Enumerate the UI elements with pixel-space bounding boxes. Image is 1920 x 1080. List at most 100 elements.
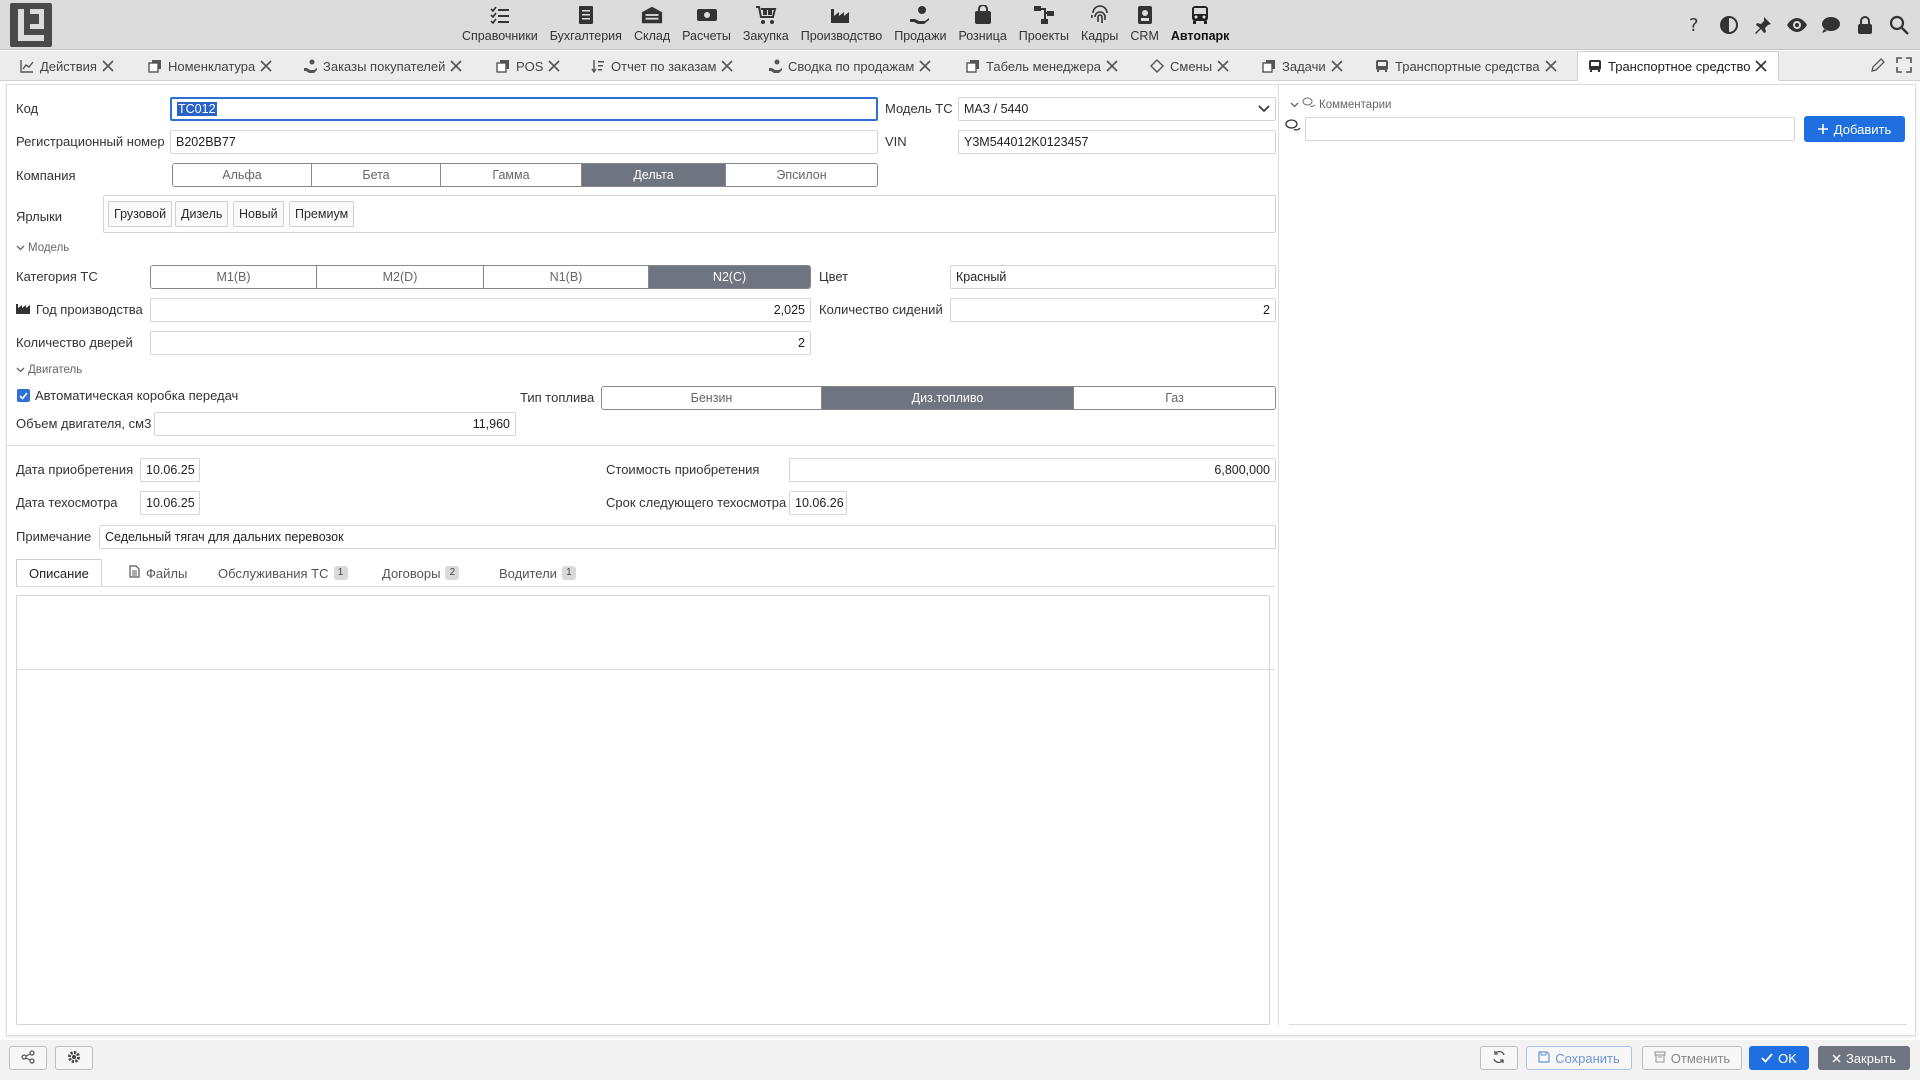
lock-icon[interactable] [1850, 12, 1880, 38]
fuel-option-diesel[interactable]: Диз.топливо [822, 387, 1074, 409]
model-select[interactable]: МАЗ / 5440 [958, 97, 1276, 121]
module-avtopark[interactable]: Автопарк [1165, 0, 1236, 50]
settings-button[interactable] [55, 1046, 93, 1070]
ok-button[interactable]: OK [1749, 1046, 1809, 1070]
company-option-epsilon[interactable]: Эпсилон [726, 164, 877, 186]
engine-volume-input[interactable]: 11,960 [154, 412, 516, 436]
contrast-icon[interactable] [1714, 12, 1744, 38]
close-icon[interactable] [101, 59, 115, 73]
chat-icon[interactable] [1816, 12, 1846, 38]
auto-gearbox-label[interactable]: Автоматическая коробка передач [35, 388, 238, 403]
doors-input[interactable]: 2 [150, 331, 811, 355]
category-option-n1b[interactable]: N1(B) [484, 266, 649, 288]
close-icon[interactable] [449, 59, 463, 73]
tag-chip[interactable]: Грузовой [108, 201, 173, 227]
tag-chip[interactable]: Новый [233, 201, 284, 227]
module-proekty[interactable]: Проекты [1013, 0, 1075, 50]
company-option-alfa[interactable]: Альфа [173, 164, 312, 186]
tab-smeny[interactable]: Смены [1150, 51, 1230, 81]
year-input[interactable]: 2,025 [150, 298, 811, 322]
purchase-date-label: Дата приобретения [16, 462, 134, 477]
tab-deystviya[interactable]: Действия [20, 51, 115, 81]
tab-transportnoe-sredstvo[interactable]: Транспортное средство [1577, 51, 1780, 81]
close-icon[interactable] [259, 59, 273, 73]
reg-number-input[interactable]: В202ВВ77 [170, 130, 878, 154]
module-prodazhi[interactable]: Продажи [888, 0, 952, 50]
tab-tabel-menedzhera[interactable]: Табель менеджера [966, 51, 1119, 81]
close-button[interactable]: Закрыть [1818, 1046, 1910, 1070]
inspection-date-input[interactable]: 10.06.25 [140, 491, 200, 515]
tab-pos[interactable]: POS [496, 51, 561, 81]
close-icon[interactable] [720, 59, 734, 73]
add-comment-button[interactable]: Добавить [1804, 116, 1905, 142]
module-buhgalteriya[interactable]: Бухгалтерия [544, 0, 628, 50]
share-button[interactable] [9, 1046, 47, 1070]
close-icon[interactable] [918, 59, 932, 73]
purchase-date-input[interactable]: 10.06.25 [140, 458, 200, 482]
company-option-delta[interactable]: Дельта [582, 164, 726, 186]
description-editor[interactable] [16, 595, 1270, 1025]
subtab-dogovory[interactable]: Договоры 2 [382, 559, 460, 587]
subtab-obsluzhivaniya[interactable]: Обслуживания ТС 1 [218, 559, 348, 587]
fullscreen-icon[interactable] [1896, 57, 1912, 76]
module-kadry[interactable]: Кадры [1075, 0, 1124, 50]
close-icon[interactable] [547, 59, 561, 73]
close-icon[interactable] [1330, 59, 1344, 73]
help-icon[interactable]: ? [1680, 12, 1710, 38]
module-zakupka[interactable]: Закупка [737, 0, 795, 50]
tab-zakazy-pokupateley[interactable]: Заказы покупателей [303, 51, 463, 81]
company-option-beta[interactable]: Бета [312, 164, 441, 186]
comments-header[interactable]: Комментарии [1290, 97, 1391, 112]
category-option-m1b[interactable]: M1(B) [151, 266, 317, 288]
tag-chip[interactable]: Дизель [175, 201, 229, 227]
refresh-button[interactable] [1480, 1046, 1518, 1070]
eye-icon[interactable] [1782, 12, 1812, 38]
tab-transportnye-sredstva[interactable]: Транспортные средства [1375, 51, 1558, 81]
seats-input[interactable]: 2 [950, 298, 1276, 322]
section-engine-toggle[interactable]: Двигатель [16, 364, 82, 376]
category-option-m2d[interactable]: M2(D) [317, 266, 484, 288]
color-input[interactable]: Красный [950, 265, 1276, 289]
module-roznitsa[interactable]: Розница [952, 0, 1012, 50]
purchase-cost-input[interactable]: 6,800,000 [789, 458, 1276, 482]
note-input[interactable]: Седельный тягач для дальних перевозок [99, 525, 1276, 549]
module-proizvodstvo[interactable]: Производство [795, 0, 889, 50]
pencil-icon[interactable] [1870, 57, 1886, 76]
tab-zadachi[interactable]: Задачи [1262, 51, 1344, 81]
module-raschety[interactable]: Расчеты [676, 0, 737, 50]
search-icon[interactable] [1884, 12, 1914, 38]
next-inspection-input[interactable]: 10.06.26 [789, 491, 847, 515]
vin-input[interactable]: Y3M544012K0123457 [958, 130, 1276, 154]
vehicle-form-panel: Код ТС012 Модель ТС МАЗ / 5440 Регистрац… [6, 84, 1916, 1036]
app-logo[interactable] [10, 3, 52, 47]
fuel-option-gas[interactable]: Газ [1074, 387, 1275, 409]
tag-chip[interactable]: Премиум [289, 201, 355, 227]
tab-nomenklatura[interactable]: Номенклатура [148, 51, 273, 81]
cancel-button[interactable]: Отменить [1642, 1046, 1742, 1070]
module-crm[interactable]: CRM [1124, 0, 1164, 50]
save-button[interactable]: Сохранить [1526, 1046, 1632, 1070]
auto-gearbox-checkbox[interactable] [17, 389, 30, 402]
code-input[interactable]: ТС012 [170, 97, 878, 121]
close-icon[interactable] [1105, 59, 1119, 73]
comment-input[interactable] [1305, 117, 1795, 141]
subtab-voditeli[interactable]: Водители 1 [499, 559, 576, 587]
tags-field[interactable]: Грузовой Дизель Новый Премиум [103, 195, 1276, 233]
section-model-toggle[interactable]: Модель [16, 242, 69, 254]
close-icon[interactable] [1216, 59, 1230, 73]
close-icon[interactable] [1754, 59, 1768, 73]
category-option-n2c[interactable]: N2(C) [649, 266, 810, 288]
close-icon[interactable] [1544, 59, 1558, 73]
module-spravochniki[interactable]: Справочники [456, 0, 544, 50]
subtab-opisanie[interactable]: Описание [16, 559, 102, 587]
tab-svodka-po-prodazham[interactable]: Сводка по продажам [768, 51, 932, 81]
tab-otchet-po-zakazam[interactable]: Отчет по заказам [591, 51, 734, 81]
fuel-option-benzin[interactable]: Бензин [602, 387, 822, 409]
plus-icon [1817, 122, 1828, 137]
company-option-gamma[interactable]: Гамма [441, 164, 582, 186]
gear-icon [67, 1050, 81, 1067]
subtab-fayly[interactable]: Файлы [129, 559, 187, 587]
pin-icon[interactable] [1748, 12, 1778, 38]
module-sklad[interactable]: Склад [628, 0, 676, 50]
close-label: Закрыть [1845, 1050, 1897, 1066]
